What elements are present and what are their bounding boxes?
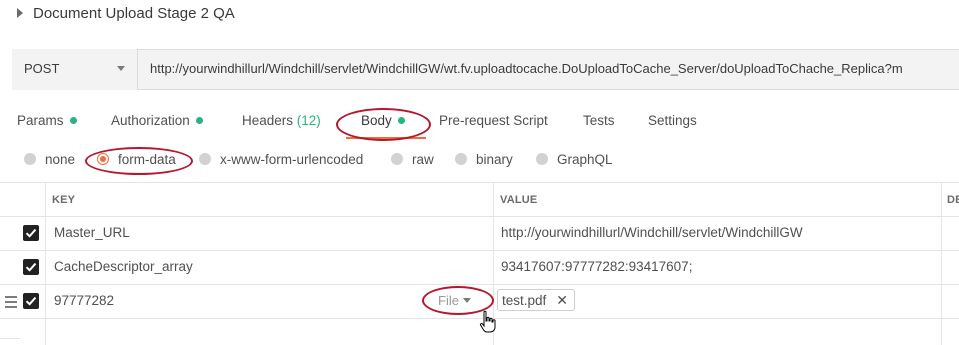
file-chip[interactable]: test.pdf ✕	[497, 289, 576, 311]
table-divider	[0, 250, 959, 251]
tab-label: Headers	[242, 113, 294, 128]
body-type-none[interactable]: none	[24, 152, 75, 167]
checkmark-icon	[25, 228, 37, 238]
column-header-description: DE	[947, 194, 959, 206]
chevron-right-icon[interactable]	[17, 8, 23, 18]
tab-authorization[interactable]: Authorization	[111, 113, 203, 128]
annotation-highlight	[336, 108, 431, 141]
radio-label: GraphQL	[557, 152, 613, 167]
checkmark-icon	[25, 296, 37, 306]
column-header-key: KEY	[52, 194, 76, 206]
row-value[interactable]: http://yourwindhillurl/Windchill/servlet…	[501, 225, 803, 240]
annotation-highlight	[85, 147, 193, 175]
radio-icon[interactable]	[536, 153, 548, 166]
tab-headers[interactable]: Headers (12)	[242, 113, 321, 128]
table-divider	[0, 182, 959, 183]
drag-handle-icon[interactable]	[5, 296, 17, 311]
table-divider	[0, 338, 20, 339]
method-label: POST	[24, 61, 60, 76]
radio-label: x-www-form-urlencoded	[220, 152, 364, 167]
url-input[interactable]: http://yourwindhillurl/Windchill/servlet…	[150, 61, 903, 76]
radio-label: none	[45, 152, 76, 167]
tab-label: Params	[17, 113, 64, 128]
status-dot	[69, 116, 77, 124]
body-type-urlencoded[interactable]: x-www-form-urlencoded	[199, 152, 363, 167]
row-checkbox[interactable]	[23, 259, 39, 275]
tab-label: Pre-request Script	[439, 113, 548, 128]
column-header-value: VALUE	[500, 194, 538, 206]
tab-label: Authorization	[111, 113, 190, 128]
collection-folder-title[interactable]: Document Upload Stage 2 QA	[33, 5, 235, 22]
radio-icon[interactable]	[24, 153, 36, 166]
tab-label: Tests	[583, 113, 615, 128]
body-type-binary[interactable]: binary	[455, 152, 513, 167]
table-divider	[0, 216, 959, 217]
tab-settings[interactable]: Settings	[648, 113, 697, 128]
table-divider	[941, 182, 942, 345]
tab-params[interactable]: Params	[17, 113, 77, 128]
body-type-raw[interactable]: raw	[391, 152, 434, 167]
table-divider	[45, 182, 46, 345]
hand-cursor-icon	[479, 310, 497, 339]
close-icon[interactable]: ✕	[556, 292, 568, 308]
tab-pre-request-script[interactable]: Pre-request Script	[439, 113, 548, 128]
row-checkbox[interactable]	[23, 293, 39, 309]
tab-label: Settings	[648, 113, 697, 128]
row-key[interactable]: 97777282	[54, 293, 114, 308]
file-name: test.pdf	[502, 293, 547, 308]
status-dot	[195, 116, 203, 124]
radio-icon[interactable]	[199, 153, 211, 166]
row-key[interactable]: Master_URL	[54, 225, 130, 240]
row-checkbox[interactable]	[23, 225, 39, 241]
checkmark-icon	[25, 262, 37, 272]
table-divider	[0, 284, 959, 285]
radio-icon[interactable]	[455, 153, 467, 166]
body-type-graphql[interactable]: GraphQL	[536, 152, 613, 167]
row-value[interactable]: 93417607:97777282:93417607;	[501, 259, 692, 274]
radio-label: raw	[412, 152, 434, 167]
row-key[interactable]: CacheDescriptor_array	[54, 259, 193, 274]
radio-icon[interactable]	[391, 153, 403, 166]
headers-count-badge: (12)	[296, 113, 321, 128]
tab-tests[interactable]: Tests	[583, 113, 615, 128]
chevron-down-icon[interactable]	[117, 66, 125, 71]
radio-label: binary	[476, 152, 513, 167]
